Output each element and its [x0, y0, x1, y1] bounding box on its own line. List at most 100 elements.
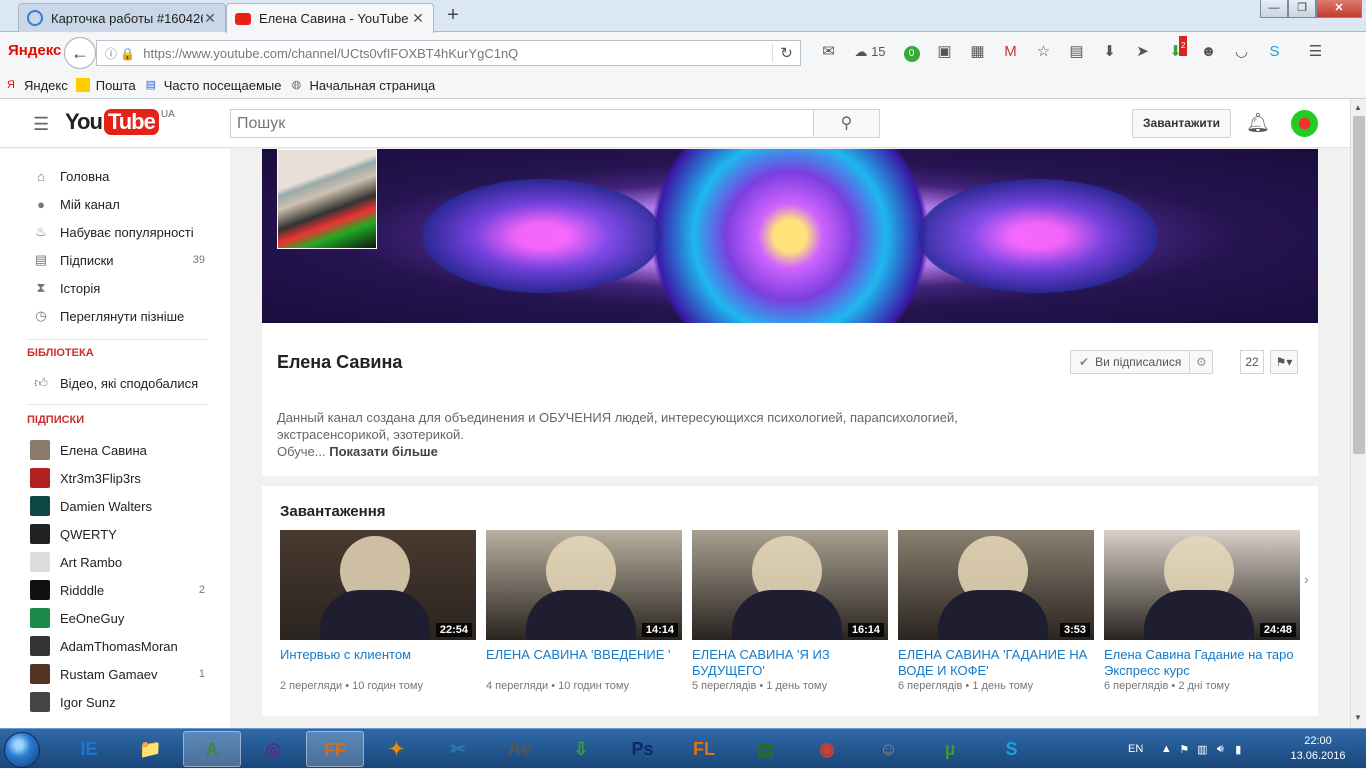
avatar[interactable] [1291, 110, 1318, 137]
mail-icon[interactable]: ✉ [812, 42, 845, 62]
show-more-link[interactable]: Показати більше [329, 444, 438, 459]
video-card[interactable]: 14:14 ЕЛЕНА САВИНА 'ВВЕДЕНИЕ ' 4 перегляди… [486, 530, 682, 692]
bookmark-most-visited[interactable]: ▤ Часто посещаемые [144, 78, 282, 93]
gear-icon[interactable]: ⚙ [1190, 355, 1212, 369]
after-effects-icon[interactable]: Ae [491, 731, 549, 767]
flag-menu-button[interactable]: ⚑▾ [1270, 350, 1298, 374]
sidebar-subscription-item[interactable]: AdamThomasMoran [30, 632, 205, 660]
subscriptions-heading[interactable]: ПІДПИСКИ [27, 414, 84, 426]
photoshop-icon[interactable]: Ps [614, 731, 672, 767]
video-thumbnail[interactable]: 14:14 [486, 530, 682, 640]
sidebar-item-trending[interactable]: ♨ Набуває популярності [30, 218, 205, 246]
signal-icon[interactable]: ▮ [1229, 743, 1247, 756]
scrollbar-thumb[interactable] [1353, 116, 1365, 454]
menu-icon[interactable]: ☰ [1299, 42, 1332, 62]
scroll-down-icon[interactable]: ▼ [1354, 713, 1362, 722]
new-tab-button[interactable]: + [442, 5, 464, 27]
sidebar-item-home[interactable]: ⌂ Головна [30, 162, 205, 190]
app-icon[interactable]: ☺ [860, 731, 918, 767]
close-window-button[interactable]: ✕ [1316, 0, 1362, 18]
video-title-link[interactable]: Елена Савина Гадание на таро Экспресс ку… [1104, 647, 1300, 679]
chat-icon[interactable]: ☻ [1192, 42, 1225, 62]
close-icon[interactable]: ✕ [203, 10, 217, 27]
sidebar-subscription-item[interactable]: Damien Walters [30, 492, 205, 520]
extension-icon[interactable]: ▦ [961, 42, 994, 62]
language-indicator[interactable]: EN [1128, 743, 1143, 755]
sidebar-subscription-item[interactable]: Ridddle 2 [30, 576, 205, 604]
tab-job-card[interactable]: Карточка работы #160426... ✕ [18, 3, 226, 32]
chrome-icon[interactable]: ◉ [798, 731, 856, 767]
computer-icon[interactable]: ▤ [737, 731, 795, 767]
fl-studio-icon[interactable]: FL [675, 731, 733, 767]
sidebar-item-liked-videos[interactable]: 👍︎ Відео, які сподобалися [30, 369, 205, 397]
video-card[interactable]: 24:48 Елена Савина Гадание на таро Экспре… [1104, 530, 1300, 692]
green-badge-icon[interactable]: 0 [895, 42, 928, 62]
skype-icon[interactable]: S [983, 731, 1041, 767]
yandex-logo[interactable]: Яндекс [8, 42, 61, 59]
guide-menu-icon[interactable]: ☰ [33, 114, 49, 135]
chevron-right-icon[interactable]: › [1304, 571, 1309, 587]
video-thumbnail[interactable]: 24:48 [1104, 530, 1300, 640]
video-card[interactable]: 16:14 ЕЛЕНА САВИНА 'Я ИЗ БУДУЩЕГО' 5 перег… [692, 530, 888, 692]
file-explorer-icon[interactable]: 📁 [122, 731, 180, 767]
app-icon[interactable]: ✂ [429, 731, 487, 767]
close-icon[interactable]: ✕ [411, 10, 425, 27]
upload-button[interactable]: Завантажити [1132, 109, 1232, 138]
sidebar-subscription-item[interactable]: Igor Sunz [30, 688, 205, 716]
scroll-up-icon[interactable]: ▲ [1354, 103, 1362, 112]
video-thumbnail[interactable]: 3:53 [898, 530, 1094, 640]
sidebar-item-history[interactable]: ⧗ Історія [30, 274, 205, 302]
youtube-logo[interactable]: You Tube UA [65, 109, 175, 135]
sidebar-subscription-item[interactable]: Xtr3m3Flip3rs [30, 464, 205, 492]
minimize-button[interactable]: — [1260, 0, 1288, 18]
bookmark-yandex[interactable]: Я Яндекс [4, 78, 68, 93]
start-button[interactable] [4, 732, 40, 768]
extension-icon[interactable]: ▣ [928, 42, 961, 62]
bookmark-star-icon[interactable]: ☆ [1027, 42, 1060, 62]
video-title-link[interactable]: ЕЛЕНА САВИНА 'Я ИЗ БУДУЩЕГО' [692, 647, 888, 679]
video-title-link[interactable]: ЕЛЕНА САВИНА 'ГАДАНИЕ НА ВОДЕ И КОФЕ' [898, 647, 1094, 679]
video-card[interactable]: 22:54 Интервью с клиентом 2 перегляди • 10… [280, 530, 476, 692]
action-center-icon[interactable]: ⚑ [1175, 743, 1193, 756]
pocket-icon[interactable]: ◡ [1225, 42, 1258, 62]
download-icon[interactable]: ⇩ [552, 731, 610, 767]
video-thumbnail[interactable]: 22:54 [280, 530, 476, 640]
sidebar-subscription-item[interactable]: Rustam Gamaev 1 [30, 660, 205, 688]
sidebar-subscription-item[interactable]: QWERTY [30, 520, 205, 548]
page-scrollbar[interactable]: ▲ ▼ [1350, 99, 1366, 728]
downloads-icon[interactable]: ⬇ [1093, 42, 1126, 62]
sidebar-item-my-channel[interactable]: ● Мій канал [30, 190, 205, 218]
search-button[interactable]: ⚲ [813, 109, 880, 138]
channel-avatar[interactable] [277, 149, 377, 249]
video-card[interactable]: 3:53 ЕЛЕНА САВИНА 'ГАДАНИЕ НА ВОДЕ И КОФЕ… [898, 530, 1094, 692]
app-icon[interactable]: A [183, 731, 241, 767]
volume-icon[interactable]: 🔊︎ [1211, 743, 1229, 756]
address-bar[interactable]: ⓘ 🔒 https://www.youtube.com/channel/UCts… [96, 40, 801, 66]
sidebar-item-subscriptions[interactable]: ▤ Підписки 39 [30, 246, 205, 274]
firefox-icon[interactable]: FF [306, 731, 364, 767]
skype-icon[interactable]: S [1258, 42, 1291, 62]
notifications-bell-icon[interactable]: 🔔︎ [1246, 111, 1270, 135]
info-lock-icon[interactable]: ⓘ 🔒 [105, 45, 135, 62]
tray-expand-icon[interactable]: ▲ [1157, 743, 1175, 755]
network-icon[interactable]: ▥ [1193, 743, 1211, 756]
video-title-link[interactable]: Интервью с клиентом [280, 647, 476, 679]
send-icon[interactable]: ➤ [1126, 42, 1159, 62]
weather-widget[interactable]: ☁ 15 [845, 42, 895, 62]
torrent-download-icon[interactable]: ⬇ 2 [1159, 36, 1192, 62]
channel-name[interactable]: Елена Савина [277, 352, 402, 373]
back-button[interactable]: ← [64, 37, 96, 69]
search-input[interactable] [230, 109, 814, 138]
gmail-icon[interactable]: M [994, 42, 1027, 62]
sidebar-subscription-item[interactable]: Елена Савина [30, 436, 205, 464]
maximize-button[interactable]: ❐ [1288, 0, 1316, 18]
internet-explorer-icon[interactable]: IE [60, 731, 118, 767]
library-heading[interactable]: БІБЛІОТЕКА [27, 347, 94, 359]
video-thumbnail[interactable]: 16:14 [692, 530, 888, 640]
sidebar-subscription-item[interactable]: EeOneGuy [30, 604, 205, 632]
subscribed-button[interactable]: ✔ Ви підписалися ⚙ [1070, 350, 1214, 374]
clock[interactable]: 22:00 13.06.2016 [1278, 734, 1358, 764]
sidebar-subscription-item[interactable]: Art Rambo [30, 548, 205, 576]
app-icon[interactable]: ✦ [368, 731, 426, 767]
sidebar-item-watch-later[interactable]: ◷ Переглянути пізніше [30, 302, 205, 330]
